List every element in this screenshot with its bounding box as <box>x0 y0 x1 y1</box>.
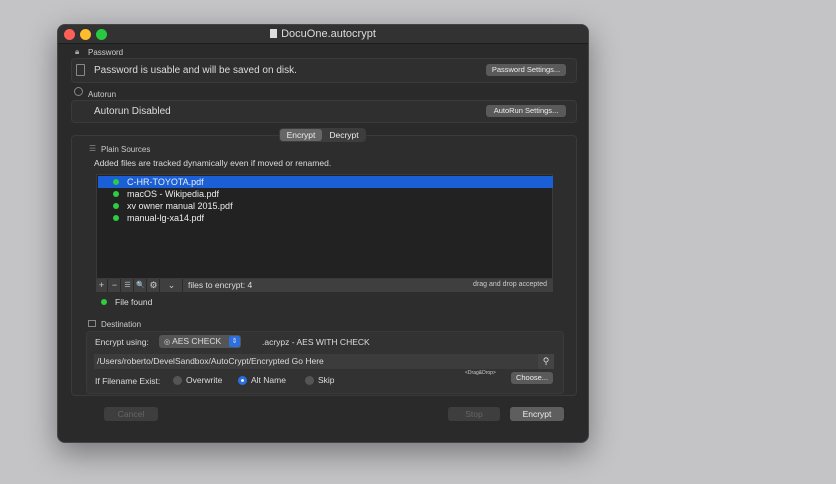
list-options-button[interactable]: ☰ <box>122 279 134 292</box>
method-description: .acrypz - AES WITH CHECK <box>262 337 370 347</box>
list-toolbar: + − ☰ 🔍 ⚙ ⌄ files to encrypt: 4 drag and… <box>96 279 553 292</box>
autorun-status: Autorun Disabled <box>94 106 171 117</box>
stop-button[interactable]: Stop <box>448 407 500 421</box>
autorun-icon <box>74 87 83 96</box>
title-bar: DocuOne.autocrypt <box>58 25 588 44</box>
tab-decrypt[interactable]: Decrypt <box>323 129 365 141</box>
destination-box: Encrypt using: ◎ AES CHECK ⇕ .acrypz - AE… <box>86 331 564 394</box>
list-icon: ☰ <box>89 144 97 153</box>
gear-icon[interactable]: ⚙ <box>148 279 160 292</box>
file-list[interactable]: C-HR-TOYOTA.pdf macOS - Wikipedia.pdf xv… <box>96 174 553 279</box>
radio-overwrite[interactable]: Overwrite <box>173 375 233 386</box>
method-select[interactable]: ◎ AES CHECK ⇕ <box>159 335 241 348</box>
radio-skip[interactable]: Skip <box>305 375 345 386</box>
autorun-settings-button[interactable]: AutoRun Settings... <box>486 105 566 117</box>
mode-tabs: Encrypt Decrypt <box>279 128 366 142</box>
status-green-icon <box>101 299 107 305</box>
tab-encrypt[interactable]: Encrypt <box>280 129 322 141</box>
file-status: File found <box>115 297 153 307</box>
dnd-hint: drag and drop accepted <box>473 281 547 288</box>
files-count: files to encrypt: 4 <box>188 280 253 290</box>
sources-hint: Added files are tracked dynamically even… <box>94 158 332 168</box>
document-icon <box>270 29 278 38</box>
cancel-button[interactable]: Cancel <box>104 407 158 421</box>
search-icon[interactable]: 🔍 <box>135 279 147 292</box>
remove-button[interactable]: − <box>109 279 121 292</box>
destination-section-label: Destination <box>101 320 142 329</box>
password-status: Password is usable and will be saved on … <box>94 65 297 76</box>
list-item[interactable]: manual-lg-xa14.pdf <box>98 212 553 224</box>
list-item[interactable]: macOS - Wikipedia.pdf <box>98 188 553 200</box>
chevron-updown-icon: ⇕ <box>229 336 240 347</box>
path-field[interactable]: /Users/roberto/DevelSandbox/AutoCrypt/En… <box>94 354 554 369</box>
password-box: Password is usable and will be saved on … <box>71 58 577 83</box>
destination-icon <box>88 320 96 327</box>
search-path-button[interactable]: ⚲ <box>538 354 554 369</box>
password-section-label: Password <box>88 48 124 57</box>
sources-section-label: Plain Sources <box>101 145 151 154</box>
filename-exist-label: If Filename Exist: <box>95 376 161 386</box>
app-window: DocuOne.autocrypt 🔒︎ Password Password i… <box>57 24 589 443</box>
radio-alt-name[interactable]: Alt Name <box>238 375 298 386</box>
lock-icon: 🔒︎ <box>75 47 80 56</box>
file-icon <box>76 64 85 76</box>
autorun-section-label: Autorun <box>88 90 117 99</box>
encrypt-using-label: Encrypt using: <box>95 337 149 347</box>
list-item[interactable]: C-HR-TOYOTA.pdf <box>98 176 553 188</box>
window-title: DocuOne.autocrypt <box>281 28 376 40</box>
autorun-box: Autorun Disabled AutoRun Settings... <box>71 100 577 123</box>
password-settings-button[interactable]: Password Settings... <box>486 64 566 76</box>
encrypt-button[interactable]: Encrypt <box>510 407 564 421</box>
chevron-down-icon[interactable]: ⌄ <box>161 279 183 292</box>
dragdrop-hint: <Drag&Drop> <box>465 370 496 376</box>
list-item[interactable]: xv owner manual 2015.pdf <box>98 200 553 212</box>
choose-button[interactable]: Choose... <box>511 372 553 384</box>
add-button[interactable]: + <box>96 279 108 292</box>
